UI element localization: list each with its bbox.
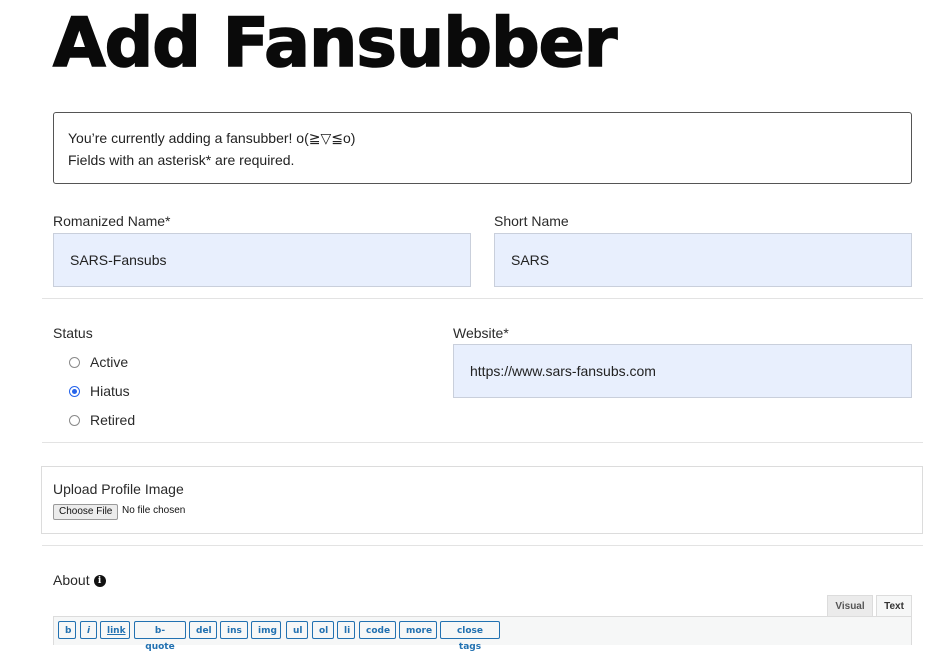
romanized-name-label: Romanized Name* [53, 213, 171, 229]
status-label: Status [53, 325, 93, 341]
tab-text[interactable]: Text [876, 595, 912, 617]
upload-profile-image-label: Upload Profile Image [53, 481, 184, 497]
about-label: About [53, 572, 90, 588]
info-circle-icon[interactable]: i [93, 575, 106, 588]
status-option-retired[interactable]: Retired [69, 412, 135, 428]
quicktag-ins-button[interactable]: ins [220, 621, 248, 639]
status-option-hiatus[interactable]: Hiatus [69, 383, 130, 399]
quicktag-del-button[interactable]: del [189, 621, 217, 639]
short-name-input[interactable] [494, 233, 912, 287]
quicktag-ul-button[interactable]: ul [286, 621, 308, 639]
status-option-label: Retired [90, 412, 136, 428]
status-option-label: Active [90, 354, 129, 370]
notice-line-1: You’re currently adding a fansubber! o(≧… [68, 130, 356, 146]
quicktag-bquote-button[interactable]: b-quote [134, 621, 186, 652]
quicktag-link-button[interactable]: link [100, 621, 130, 639]
romanized-name-input[interactable] [53, 233, 471, 287]
notice-box: You’re currently adding a fansubber! o(≧… [53, 112, 912, 184]
notice-line-2: Fields with an asterisk* are required. [68, 152, 295, 168]
divider [42, 442, 923, 443]
quicktag-img-button[interactable]: img [251, 621, 281, 639]
divider [42, 545, 923, 546]
radio-active[interactable] [69, 356, 80, 368]
page-title: Add Fansubber [52, 3, 618, 84]
quicktag-close-tags-button[interactable]: close tags [440, 621, 500, 652]
quicktag-bold-button[interactable]: b [58, 621, 76, 639]
quicktag-italic-button[interactable]: i [80, 621, 97, 639]
tab-visual[interactable]: Visual [827, 595, 873, 617]
upload-section [41, 466, 923, 534]
radio-hiatus[interactable] [69, 385, 80, 397]
quicktag-ol-button[interactable]: ol [312, 621, 334, 639]
choose-file-button[interactable]: Choose File [53, 504, 119, 520]
quicktag-code-button[interactable]: code [359, 621, 396, 639]
quicktag-li-button[interactable]: li [337, 621, 355, 639]
short-name-label: Short Name [494, 213, 569, 229]
status-option-active[interactable]: Active [69, 354, 128, 370]
website-input[interactable] [453, 344, 912, 398]
file-status-text: No file chosen [122, 505, 186, 516]
status-option-label: Hiatus [90, 383, 130, 399]
quicktag-more-button[interactable]: more [399, 621, 437, 639]
divider [42, 298, 923, 299]
website-label: Website* [453, 325, 509, 341]
about-label-row: About i [53, 572, 106, 588]
radio-retired[interactable] [69, 414, 80, 426]
